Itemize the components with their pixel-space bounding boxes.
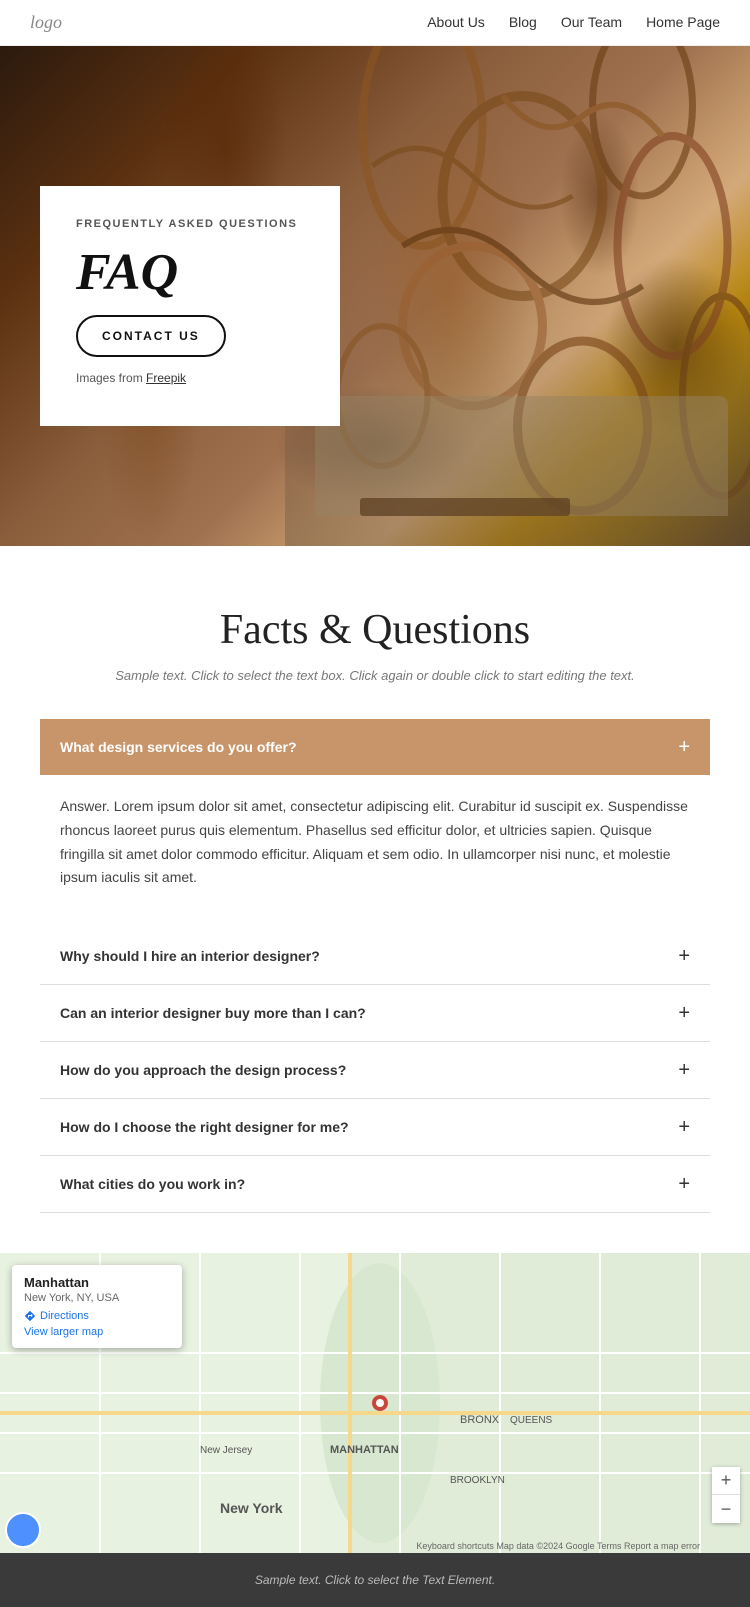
navbar: logo About Us Blog Our Team Home Page <box>0 0 750 46</box>
nav-item-home[interactable]: Home Page <box>646 14 720 32</box>
nav-link-home[interactable]: Home Page <box>646 14 720 30</box>
faq-item-active[interactable]: What design services do you offer? + <box>40 719 710 775</box>
nav-link-about[interactable]: About Us <box>427 14 485 30</box>
street-view-pegman[interactable] <box>5 1512 41 1548</box>
hero-table <box>360 498 570 516</box>
faq-question-text-2: How do you approach the design process? <box>60 1062 346 1078</box>
map-popup: Manhattan New York, NY, USA Directions V… <box>12 1265 182 1348</box>
view-larger-map-link[interactable]: View larger map <box>24 1326 170 1338</box>
faq-question-3[interactable]: How do I choose the right designer for m… <box>40 1099 710 1155</box>
logo: logo <box>30 12 62 33</box>
nav-item-team[interactable]: Our Team <box>561 14 622 32</box>
hero-card: FREQUENTLY ASKED QUESTIONS FAQ CONTACT U… <box>40 186 340 426</box>
faq-question-2[interactable]: How do you approach the design process? … <box>40 1042 710 1098</box>
faq-plus-icon-0: + <box>678 946 690 966</box>
faq-question-4[interactable]: What cities do you work in? + <box>40 1156 710 1212</box>
svg-text:QUEENS: QUEENS <box>510 1415 553 1426</box>
faq-question-text-0: Why should I hire an interior designer? <box>60 948 320 964</box>
svg-text:BRONX: BRONX <box>460 1414 500 1426</box>
hero-section: FREQUENTLY ASKED QUESTIONS FAQ CONTACT U… <box>0 46 750 546</box>
map-popup-address: New York, NY, USA <box>24 1292 170 1304</box>
contact-us-button[interactable]: CONTACT US <box>76 315 226 357</box>
directions-icon <box>24 1310 36 1322</box>
faq-section: Facts & Questions Sample text. Click to … <box>0 546 750 1253</box>
footer: Sample text. Click to select the Text El… <box>0 1553 750 1607</box>
directions-label: Directions <box>40 1310 89 1322</box>
faq-plus-icon-active: + <box>678 737 690 757</box>
faq-plus-icon-2: + <box>678 1060 690 1080</box>
svg-text:New Jersey: New Jersey <box>200 1445 252 1456</box>
faq-question-1[interactable]: Can an interior designer buy more than I… <box>40 985 710 1041</box>
map-popup-title: Manhattan <box>24 1275 170 1290</box>
hero-images-note: Images from Freepik <box>76 371 304 385</box>
map-attribution: Keyboard shortcuts Map data ©2024 Google… <box>416 1541 700 1551</box>
faq-answer-active: Answer. Lorem ipsum dolor sit amet, cons… <box>40 775 710 918</box>
nav-link-blog[interactable]: Blog <box>509 14 537 30</box>
nav-links: About Us Blog Our Team Home Page <box>427 14 720 32</box>
nav-item-about[interactable]: About Us <box>427 14 485 32</box>
nav-item-blog[interactable]: Blog <box>509 14 537 32</box>
map-zoom-in-button[interactable]: + <box>712 1467 740 1495</box>
faq-question-text-4: What cities do you work in? <box>60 1176 245 1192</box>
faq-section-title: Facts & Questions <box>30 606 720 654</box>
faq-item-1[interactable]: Can an interior designer buy more than I… <box>40 985 710 1042</box>
map-zoom-controls: + − <box>712 1467 740 1523</box>
faq-question-text-3: How do I choose the right designer for m… <box>60 1119 349 1135</box>
map-section: MANHATTAN BRONX New Jersey New York BROO… <box>0 1253 750 1553</box>
faq-plus-icon-4: + <box>678 1174 690 1194</box>
svg-text:MANHATTAN: MANHATTAN <box>330 1444 399 1456</box>
faq-plus-icon-3: + <box>678 1117 690 1137</box>
map-directions-button[interactable]: Directions <box>24 1310 170 1322</box>
faq-plus-icon-1: + <box>678 1003 690 1023</box>
hero-subtitle: FREQUENTLY ASKED QUESTIONS <box>76 218 304 230</box>
faq-section-subtitle: Sample text. Click to select the text bo… <box>30 668 720 683</box>
faq-item-4[interactable]: What cities do you work in? + <box>40 1156 710 1213</box>
faq-item-2[interactable]: How do you approach the design process? … <box>40 1042 710 1099</box>
footer-text: Sample text. Click to select the Text El… <box>30 1573 720 1587</box>
faq-question-active[interactable]: What design services do you offer? + <box>40 719 710 775</box>
nav-link-team[interactable]: Our Team <box>561 14 622 30</box>
svg-text:BROOKLYN: BROOKLYN <box>450 1475 505 1486</box>
faq-item-3[interactable]: How do I choose the right designer for m… <box>40 1099 710 1156</box>
map-zoom-out-button[interactable]: − <box>712 1495 740 1523</box>
faq-question-0[interactable]: Why should I hire an interior designer? … <box>40 928 710 984</box>
svg-text:New York: New York <box>220 1500 283 1516</box>
faq-question-text-active: What design services do you offer? <box>60 739 297 755</box>
freepik-link[interactable]: Freepik <box>146 371 186 385</box>
faq-question-text-1: Can an interior designer buy more than I… <box>60 1005 366 1021</box>
faq-item-0[interactable]: Why should I hire an interior designer? … <box>40 928 710 985</box>
hero-title: FAQ <box>76 244 304 301</box>
